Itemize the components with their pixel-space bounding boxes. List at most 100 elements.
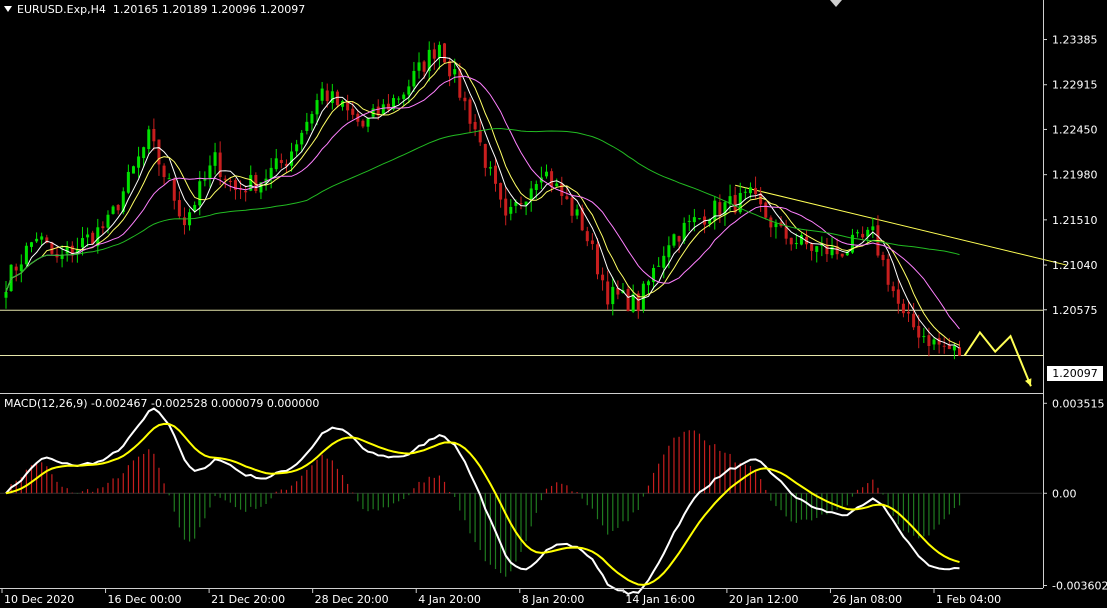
candle-body — [550, 171, 554, 188]
price-tick-label: 1.21040 — [1052, 259, 1098, 272]
candle-body — [101, 226, 105, 229]
candle-body — [570, 197, 574, 216]
candle-body — [35, 238, 39, 242]
candle-body — [881, 254, 885, 261]
candle-body — [86, 234, 90, 238]
candle-body — [922, 336, 926, 338]
candle-body — [157, 139, 161, 165]
candle-body — [412, 71, 416, 87]
candle-body — [774, 223, 778, 228]
candle-body — [203, 179, 207, 181]
candle-body — [152, 128, 156, 142]
candle-body — [942, 345, 946, 347]
candle-body — [764, 202, 768, 218]
candle-body — [499, 183, 503, 200]
macd-tick-label: 0.003515 — [1052, 397, 1105, 410]
candle-body — [269, 167, 273, 179]
candle-body — [601, 274, 605, 281]
candle-body — [896, 289, 900, 304]
candle-body — [692, 217, 696, 223]
candle-body — [126, 171, 130, 193]
candle-body — [386, 103, 390, 110]
candle-body — [952, 345, 956, 351]
candle-body — [891, 286, 895, 292]
candle-body — [137, 156, 141, 168]
ma_fast-line — [5, 57, 960, 349]
candle-body — [789, 237, 793, 245]
candle-body — [606, 281, 610, 305]
candle-body — [142, 147, 146, 159]
candle-body — [886, 258, 890, 285]
time-tick-label: 4 Jan 20:00 — [418, 593, 481, 606]
candle-body — [810, 243, 814, 251]
candle-body — [794, 243, 798, 245]
candle-body — [172, 179, 176, 201]
candle-body — [335, 91, 339, 106]
candle-body — [544, 171, 548, 177]
candle-body — [417, 62, 421, 71]
candle-body — [295, 144, 299, 152]
price-chart[interactable]: 1.23385 1.22915 1.22450 1.21980 1.21510 1.210… — [0, 0, 1107, 608]
candle-body — [437, 44, 441, 58]
candle-body — [361, 120, 365, 127]
candle-body — [24, 245, 28, 265]
candle-body — [769, 217, 773, 228]
candle-body — [131, 166, 135, 174]
time-tick-label: 1 Feb 04:00 — [936, 593, 1001, 606]
candle-body — [871, 226, 875, 231]
chart-shift-marker-icon[interactable] — [830, 0, 842, 7]
time-tick-label: 28 Dec 20:00 — [315, 593, 389, 606]
candle-body — [611, 286, 615, 305]
candle-body — [595, 244, 599, 275]
candle-body — [672, 234, 676, 246]
candle-body — [366, 118, 370, 127]
candle-body — [218, 152, 222, 178]
candle-body — [626, 289, 630, 312]
projection-path — [963, 330, 1032, 387]
candle-body — [300, 132, 304, 145]
price-tick-label: 1.20575 — [1052, 304, 1098, 317]
candle-body — [40, 236, 44, 240]
candle-body — [646, 281, 650, 286]
candle-body — [80, 238, 84, 248]
candle-body — [177, 200, 181, 217]
candle-body — [290, 151, 294, 166]
candle-body — [473, 121, 477, 130]
candle-body — [432, 49, 436, 59]
candle-body — [748, 187, 752, 194]
candle-body — [208, 165, 212, 179]
macd-tick-label: 0.00 — [1052, 487, 1077, 500]
candle-body — [315, 100, 319, 115]
candle-body — [575, 209, 579, 216]
candle-body — [346, 102, 350, 111]
price-tick-label: 1.23385 — [1052, 34, 1098, 47]
candle-body — [325, 90, 329, 102]
candle-body — [274, 158, 278, 170]
candle-body — [29, 242, 33, 247]
macd-panel — [0, 407, 1042, 596]
candle-body — [443, 43, 447, 63]
main-price-panel — [0, 41, 1067, 387]
candle-body — [351, 108, 355, 115]
candle-body — [228, 180, 232, 182]
symbol-label: EURUSD.Exp,H4 — [17, 3, 106, 16]
candle-body — [840, 253, 844, 257]
candle-body — [19, 264, 23, 272]
candle-body — [718, 202, 722, 216]
candle-body — [494, 165, 498, 184]
candle-body — [907, 311, 911, 314]
time-tick-label: 10 Dec 2020 — [4, 593, 74, 606]
dropdown-triangle-icon[interactable] — [4, 6, 12, 12]
candle-body — [861, 233, 865, 238]
candle-body — [504, 198, 508, 216]
candle-body — [713, 200, 717, 221]
candle-body — [585, 231, 589, 242]
candle-body — [167, 178, 171, 180]
candle-body — [483, 144, 487, 168]
time-tick-label: 16 Dec 00:00 — [108, 593, 182, 606]
candle-body — [244, 190, 248, 193]
candle-body — [320, 88, 324, 101]
price-tick-label: 1.22450 — [1052, 123, 1098, 136]
candle-body — [116, 204, 120, 211]
candle-body — [407, 86, 411, 95]
